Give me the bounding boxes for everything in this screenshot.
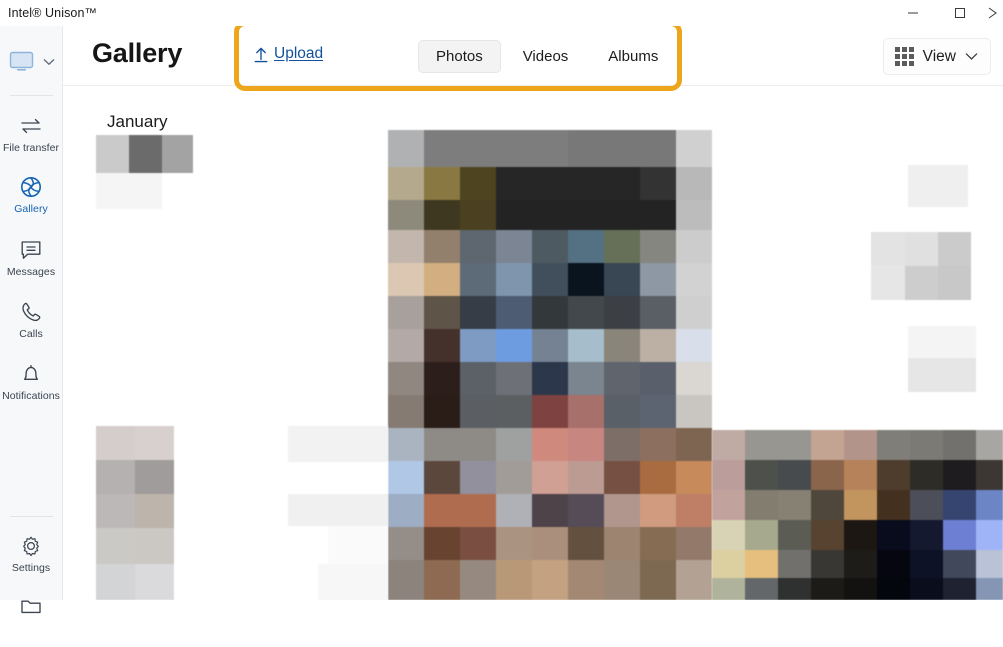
photo-main-blurred[interactable] <box>388 130 712 600</box>
sidebar-item-settings[interactable]: Settings <box>0 531 62 587</box>
gear-icon <box>20 531 42 561</box>
chevron-down-icon <box>43 59 54 66</box>
tab-label: Photos <box>436 48 483 65</box>
tab-albums[interactable]: Albums <box>590 40 676 73</box>
device-selector[interactable] <box>0 38 62 86</box>
sidebar-item-calls[interactable]: Calls <box>0 297 62 353</box>
view-label: View <box>922 47 956 65</box>
sidebar-item-file-transfer[interactable]: File transfer <box>0 111 62 167</box>
thumbnail-right-1[interactable] <box>908 165 968 207</box>
view-button[interactable]: View <box>882 38 991 75</box>
file-transfer-icon <box>19 111 43 141</box>
thumbnail-right-2[interactable] <box>871 232 971 300</box>
photo-right-blurred[interactable] <box>712 430 1003 600</box>
chevron-down-icon <box>965 53 978 60</box>
window-title-bar: Intel® Unison™ <box>0 0 1003 26</box>
sidebar-item-notifications[interactable]: Notifications <box>0 359 62 415</box>
gallery-icon <box>19 172 43 202</box>
app-title: Intel® Unison™ <box>8 6 98 20</box>
gallery-tabs: Photos Videos Albums <box>418 40 676 73</box>
sidebar-item-folder[interactable] <box>0 591 62 647</box>
minimize-icon <box>907 12 918 14</box>
page-title: Gallery <box>92 38 183 68</box>
messages-icon <box>19 235 43 265</box>
upload-arrow-icon <box>254 47 268 62</box>
close-icon <box>988 7 997 19</box>
sidebar-item-label: Calls <box>19 328 43 340</box>
sidebar-item-messages[interactable]: Messages <box>0 235 62 291</box>
thumbnail-right-3[interactable] <box>908 326 976 392</box>
maximize-icon <box>954 8 965 18</box>
calls-icon <box>20 297 42 327</box>
sidebar-item-label: File transfer <box>2 142 60 154</box>
folder-icon <box>19 591 43 621</box>
sidebar-item-label: Notifications <box>2 390 60 402</box>
tab-label: Videos <box>522 48 569 65</box>
gallery-content: January <box>63 86 1003 600</box>
window-controls <box>889 0 1003 26</box>
sidebar-item-label: Settings <box>11 562 51 574</box>
page-header: Gallery Upload Photos Videos Albums View <box>63 26 1003 86</box>
maximize-button[interactable] <box>936 0 983 26</box>
tab-photos[interactable]: Photos <box>418 40 501 73</box>
monitor-icon <box>9 51 33 71</box>
thumbnail-bottom-left[interactable] <box>96 426 174 600</box>
upload-label: Upload <box>274 45 324 62</box>
close-button[interactable] <box>983 0 1003 26</box>
tab-label: Albums <box>608 48 659 65</box>
upload-button[interactable]: Upload <box>254 45 323 63</box>
minimize-button[interactable] <box>889 0 936 26</box>
thumbnail-mid-left-band[interactable] <box>288 426 388 600</box>
sidebar-divider-top <box>10 95 53 96</box>
grid-icon <box>894 47 914 66</box>
sidebar-divider-bottom <box>10 516 53 517</box>
sidebar-item-label: Messages <box>6 266 56 278</box>
thumbnail-top-left[interactable] <box>96 135 193 209</box>
sidebar: File transfer Gallery Messages Calls Not… <box>0 26 63 614</box>
sidebar-item-label: Gallery <box>14 203 48 215</box>
bell-icon <box>20 359 42 389</box>
sidebar-item-gallery[interactable]: Gallery <box>0 172 62 228</box>
tab-videos[interactable]: Videos <box>505 40 587 73</box>
month-header: January <box>107 112 168 131</box>
